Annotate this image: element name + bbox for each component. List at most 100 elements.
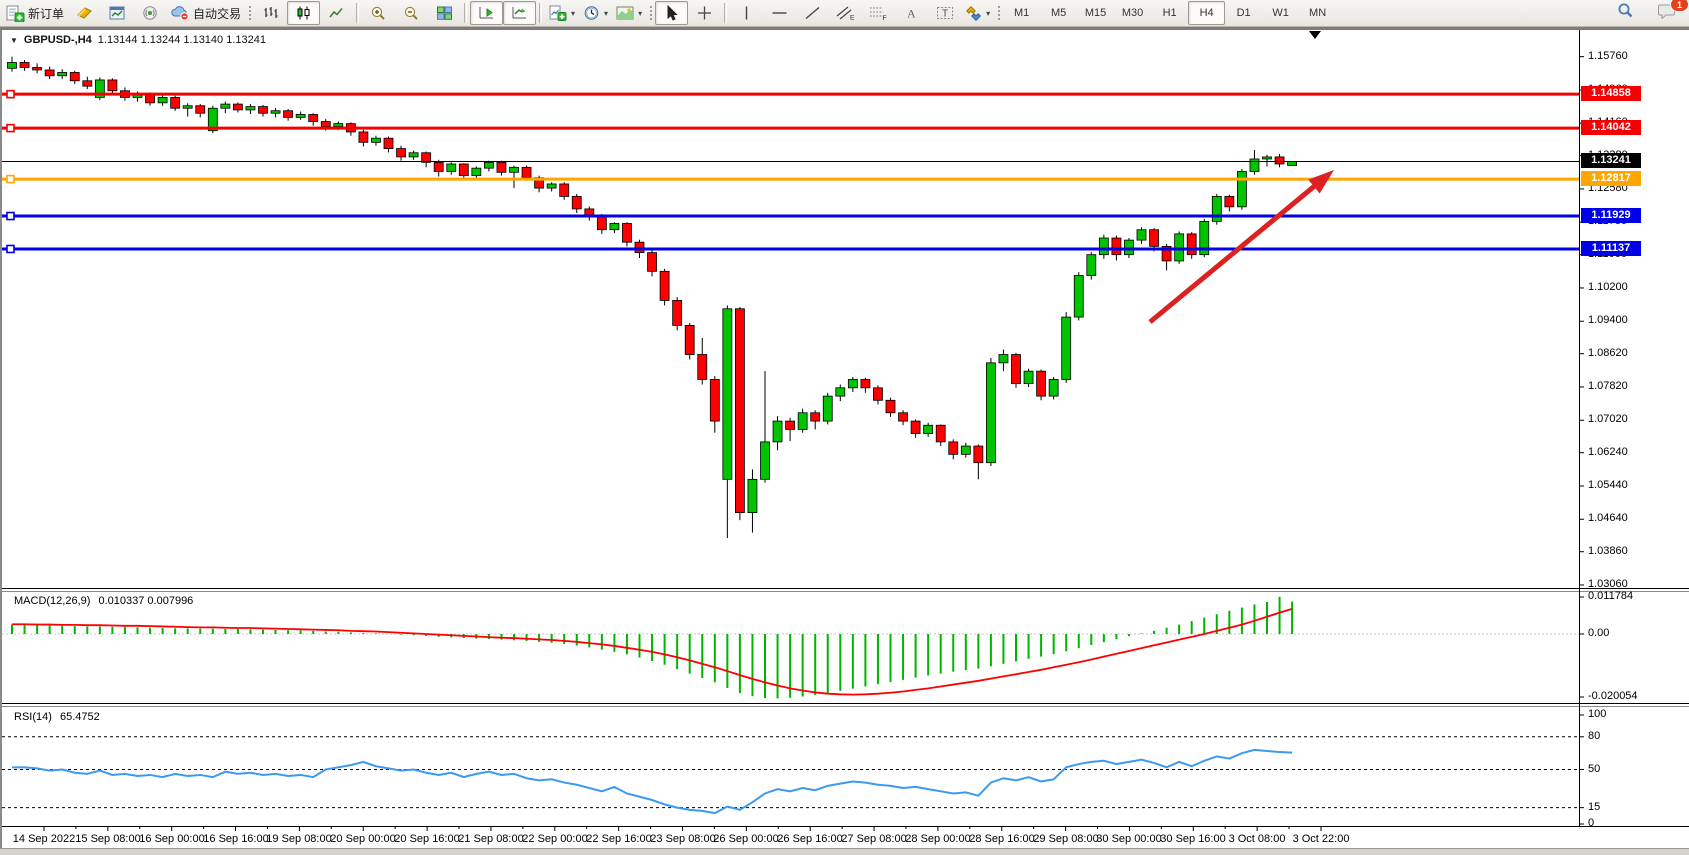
fibonacci-button[interactable]: F bbox=[862, 1, 895, 25]
zoom-out-button[interactable] bbox=[395, 1, 428, 25]
price-level-badge: 1.12817 bbox=[1581, 171, 1641, 186]
periods-button[interactable]: ▾ bbox=[579, 1, 612, 25]
new-order-icon bbox=[6, 5, 25, 22]
arrows-button[interactable]: ▾ bbox=[961, 1, 994, 25]
toolbar-groups: 新订单 自动交易 ▾ ▾ ▾ E F A T ▾ bbox=[2, 0, 994, 27]
bar-chart-button[interactable] bbox=[254, 1, 287, 25]
candle-body bbox=[1024, 371, 1033, 383]
new-order-button-label: 新订单 bbox=[28, 5, 64, 22]
trendline-button[interactable] bbox=[796, 1, 829, 25]
auto-scroll-button[interactable] bbox=[503, 1, 536, 25]
svg-text:T: T bbox=[942, 9, 948, 20]
timeframe-h4-button[interactable]: H4 bbox=[1188, 1, 1225, 25]
candle-body bbox=[296, 114, 305, 117]
vertical-line-button[interactable] bbox=[730, 1, 763, 25]
candle-body bbox=[936, 425, 945, 442]
search-icon bbox=[1617, 2, 1634, 24]
timeframe-toolbar: M1M5M15M30H1H4D1W1MN bbox=[1003, 1, 1336, 25]
price-axis-tick: 1.15760 bbox=[1588, 50, 1628, 62]
crosshair-button[interactable] bbox=[688, 1, 721, 25]
candle-body bbox=[259, 107, 268, 114]
new-order-button[interactable]: 新订单 bbox=[2, 1, 68, 25]
candle-body bbox=[836, 388, 845, 396]
candle-body bbox=[1175, 234, 1184, 261]
timeframe-m30-button[interactable]: M30 bbox=[1114, 1, 1151, 25]
vline-icon bbox=[740, 5, 753, 21]
price-axis-tick: 1.03060 bbox=[1588, 578, 1628, 590]
rsi-axis-tick: 0 bbox=[1588, 817, 1594, 829]
bar-chart-icon bbox=[262, 5, 279, 21]
candle-body bbox=[798, 413, 807, 430]
timeframe-h1-button[interactable]: H1 bbox=[1151, 1, 1188, 25]
trendline-icon bbox=[804, 5, 821, 21]
chevron-down-icon: ▾ bbox=[638, 9, 642, 18]
candle-body bbox=[397, 149, 406, 157]
candle-body bbox=[409, 153, 418, 157]
candle-body bbox=[434, 162, 443, 171]
text-button[interactable]: A bbox=[895, 1, 928, 25]
timeframe-m15-button[interactable]: M15 bbox=[1077, 1, 1114, 25]
candle-body bbox=[773, 421, 782, 442]
line-chart-button[interactable] bbox=[320, 1, 353, 25]
horizontal-line-button[interactable] bbox=[763, 1, 796, 25]
candle-body bbox=[823, 396, 832, 421]
price-axis-tick: 1.06240 bbox=[1588, 446, 1628, 458]
candle-body bbox=[183, 106, 192, 108]
toolbar-separator bbox=[539, 3, 542, 23]
notifications-button[interactable]: 1 bbox=[1650, 1, 1683, 25]
rsi-axis-tick: 50 bbox=[1588, 763, 1600, 775]
candle-chart-button[interactable] bbox=[287, 1, 320, 25]
timeframe-m1-button[interactable]: M1 bbox=[1003, 1, 1040, 25]
cursor-button[interactable] bbox=[655, 1, 688, 25]
timeframe-d1-button[interactable]: D1 bbox=[1225, 1, 1262, 25]
candle-body bbox=[221, 104, 230, 108]
zoom-in-button[interactable] bbox=[362, 1, 395, 25]
hline-icon bbox=[771, 5, 788, 21]
candle-body bbox=[761, 442, 770, 479]
market-watch-button[interactable] bbox=[68, 1, 101, 25]
candle-body bbox=[1275, 157, 1284, 164]
candle-body bbox=[961, 446, 970, 454]
time-axis-label: 23 Sep 08:00 bbox=[650, 833, 715, 845]
chevron-down-icon[interactable]: ▼ bbox=[10, 36, 18, 45]
candle-body bbox=[610, 223, 619, 229]
data-window-button[interactable] bbox=[101, 1, 134, 25]
candle-body bbox=[622, 223, 631, 242]
candle-body bbox=[484, 162, 493, 168]
candle-body bbox=[547, 184, 556, 188]
candle-body bbox=[371, 138, 380, 142]
svg-text:F: F bbox=[883, 15, 887, 21]
line-anchor-handle bbox=[7, 125, 14, 132]
timeframe-m5-button[interactable]: M5 bbox=[1040, 1, 1077, 25]
signal-icon bbox=[142, 5, 159, 21]
candle-body bbox=[196, 106, 205, 113]
tile-windows-button[interactable] bbox=[428, 1, 461, 25]
candle-body bbox=[873, 388, 882, 400]
time-axis-label: 29 Sep 08:00 bbox=[1033, 833, 1098, 845]
chart-window-icon bbox=[109, 5, 126, 21]
candle-body bbox=[108, 80, 117, 91]
toolbar-grip bbox=[247, 4, 252, 22]
timeframe-w1-button[interactable]: W1 bbox=[1262, 1, 1299, 25]
candle-body bbox=[974, 446, 983, 463]
zoom-in-icon bbox=[370, 5, 387, 21]
search-button[interactable] bbox=[1609, 1, 1642, 25]
auto-trading-button[interactable]: 自动交易 bbox=[167, 1, 245, 25]
candle-body bbox=[949, 442, 958, 454]
chart-shift-button[interactable] bbox=[470, 1, 503, 25]
chevron-down-icon: ▾ bbox=[604, 9, 608, 18]
candle-body bbox=[899, 413, 908, 421]
timeframe-mn-button[interactable]: MN bbox=[1299, 1, 1336, 25]
new-chart-button[interactable]: ▾ bbox=[545, 1, 579, 25]
candle-body bbox=[673, 300, 682, 325]
chart-canvas[interactable] bbox=[2, 30, 1689, 848]
templates-button[interactable]: ▾ bbox=[612, 1, 646, 25]
signals-button[interactable] bbox=[134, 1, 167, 25]
candle-body bbox=[1049, 379, 1058, 396]
time-axis-label: 22 Sep 16:00 bbox=[586, 833, 651, 845]
text-icon: A bbox=[904, 5, 919, 21]
equidistant-channel-button[interactable]: E bbox=[829, 1, 862, 25]
candle-body bbox=[33, 67, 42, 69]
text-label-button[interactable]: T bbox=[928, 1, 961, 25]
time-axis-label: 28 Sep 16:00 bbox=[969, 833, 1034, 845]
